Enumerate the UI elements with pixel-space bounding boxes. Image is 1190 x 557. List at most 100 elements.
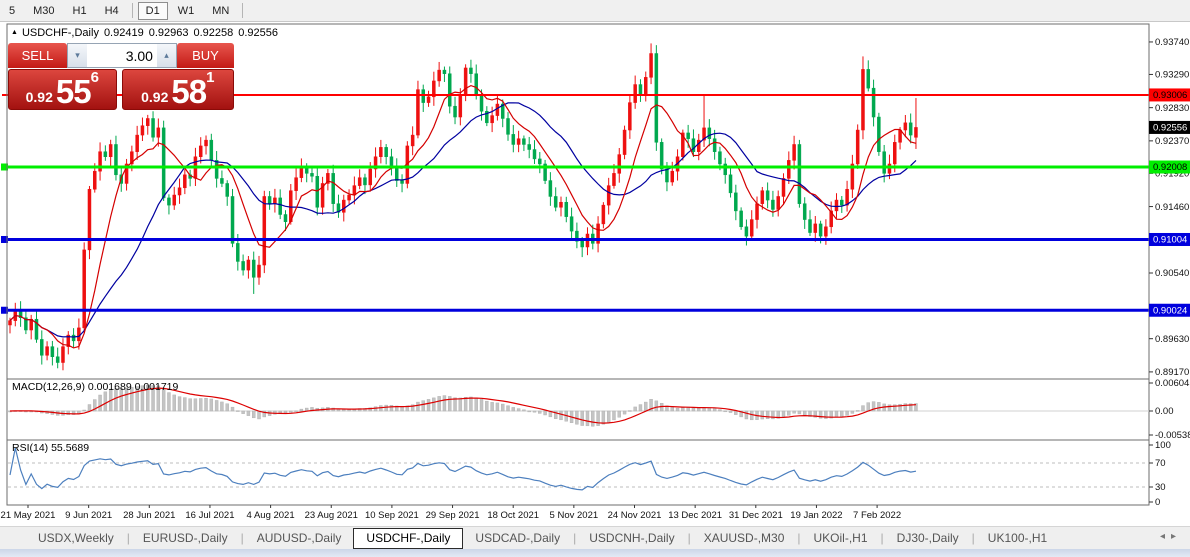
candle: [294, 177, 298, 191]
candle: [135, 134, 139, 152]
tab-usdcad-daily[interactable]: USDCAD-,Daily: [463, 529, 572, 548]
candle: [739, 210, 743, 228]
collapse-triangle-icon[interactable]: ▲: [11, 29, 18, 36]
candle: [357, 177, 362, 186]
candle: [363, 177, 367, 186]
candle: [8, 320, 12, 326]
volume-decrease-icon[interactable]: ▾: [67, 44, 87, 67]
candle: [204, 139, 208, 147]
volume-increase-icon[interactable]: ▴: [156, 44, 176, 67]
svg-text:9 Jun 2021: 9 Jun 2021: [65, 510, 112, 521]
candle: [447, 73, 452, 107]
buy-price-pip: 1: [206, 69, 215, 86]
candle: [453, 105, 457, 118]
candle: [532, 149, 537, 160]
buy-price-big: 58: [171, 73, 207, 110]
candle: [267, 196, 272, 204]
tab-scroll-right-icon[interactable]: ▸: [1171, 531, 1182, 542]
buy-button[interactable]: BUY: [176, 43, 234, 68]
svg-text:21 May 2021: 21 May 2021: [1, 510, 56, 521]
candle: [506, 118, 510, 135]
candle: [198, 145, 203, 157]
tab-audusd-daily[interactable]: AUDUSD-,Daily: [245, 529, 354, 548]
candle: [882, 151, 886, 174]
candle: [914, 127, 918, 138]
tab-separator: |: [240, 531, 244, 545]
svg-text:7 Feb 2022: 7 Feb 2022: [853, 510, 901, 521]
svg-text:0.006045: 0.006045: [1155, 378, 1190, 389]
tab-scroll-left-icon[interactable]: ◂: [1160, 531, 1171, 542]
candle: [220, 178, 224, 184]
sell-price-display[interactable]: 0.92 55 6: [8, 69, 117, 110]
tab-usdx-weekly[interactable]: USDX,Weekly: [26, 529, 126, 548]
candle: [744, 226, 749, 237]
svg-text:0.00: 0.00: [1155, 406, 1174, 417]
tab-xauusd-m30[interactable]: XAUUSD-,M30: [692, 529, 797, 548]
tab-usdchf-daily[interactable]: USDCHF-,Daily: [353, 527, 464, 549]
candle: [114, 144, 118, 176]
tab-eurusd-daily[interactable]: EURUSD-,Daily: [131, 529, 240, 548]
candle: [262, 196, 267, 266]
candle: [40, 339, 44, 356]
candle: [898, 129, 902, 143]
candle: [511, 134, 516, 145]
candle: [71, 334, 76, 342]
svg-text:19 Jan 2022: 19 Jan 2022: [790, 510, 842, 521]
svg-text:0.93290: 0.93290: [1155, 70, 1189, 81]
candle: [580, 240, 584, 248]
candle: [230, 196, 235, 244]
svg-text:30: 30: [1155, 482, 1166, 493]
candle: [559, 201, 563, 208]
candle: [686, 132, 690, 139]
svg-text:0.93740: 0.93740: [1155, 37, 1189, 48]
candle: [278, 197, 282, 215]
status-strip: [0, 549, 1190, 557]
candle: [548, 180, 553, 197]
candle: [61, 346, 65, 363]
sell-price-prefix: 0.92: [25, 89, 53, 105]
candle: [421, 89, 425, 103]
tab-ukoil-h1[interactable]: UKOil-,H1: [802, 529, 880, 548]
svg-text:18 Oct 2021: 18 Oct 2021: [487, 510, 539, 521]
candle: [103, 151, 108, 157]
candle: [527, 144, 531, 150]
tab-separator: |: [573, 531, 577, 545]
one-click-trading-panel: SELL ▾ ▴ BUY 0.92556 0.92581: [8, 43, 234, 110]
candle: [50, 346, 55, 357]
candle: [140, 125, 145, 136]
candle: [893, 142, 897, 165]
candle: [797, 144, 802, 204]
price-badge: 0.93006: [1153, 90, 1187, 101]
candle: [665, 168, 669, 183]
volume-input[interactable]: [86, 44, 157, 67]
candle: [617, 154, 622, 174]
candle: [283, 214, 288, 222]
tab-usdcnh-daily[interactable]: USDCNH-,Daily: [577, 529, 686, 548]
candle: [877, 116, 881, 152]
candle: [765, 190, 770, 201]
svg-text:5 Nov 2021: 5 Nov 2021: [550, 510, 599, 521]
candle: [728, 174, 733, 194]
candle: [177, 187, 182, 196]
candle: [495, 103, 500, 116]
candle: [522, 138, 526, 145]
sell-button[interactable]: SELL: [8, 43, 67, 68]
buy-price-display[interactable]: 0.92 58 1: [121, 69, 234, 110]
candle: [437, 69, 441, 82]
volume-stepper: ▾ ▴: [66, 43, 177, 68]
candle: [855, 129, 860, 165]
candle: [628, 102, 632, 131]
price-badge: 0.92008: [1153, 162, 1187, 173]
candle: [93, 170, 97, 190]
tab-uk100-h1[interactable]: UK100-,H1: [976, 529, 1059, 548]
candle: [410, 134, 415, 147]
tab-dj30-daily[interactable]: DJ30-,Daily: [885, 529, 971, 548]
candle: [463, 67, 468, 96]
candle: [659, 142, 664, 170]
candle: [908, 122, 913, 136]
candle: [824, 226, 828, 237]
candle: [251, 259, 256, 278]
candle: [183, 174, 187, 189]
candle: [156, 127, 161, 138]
candle: [77, 327, 81, 342]
